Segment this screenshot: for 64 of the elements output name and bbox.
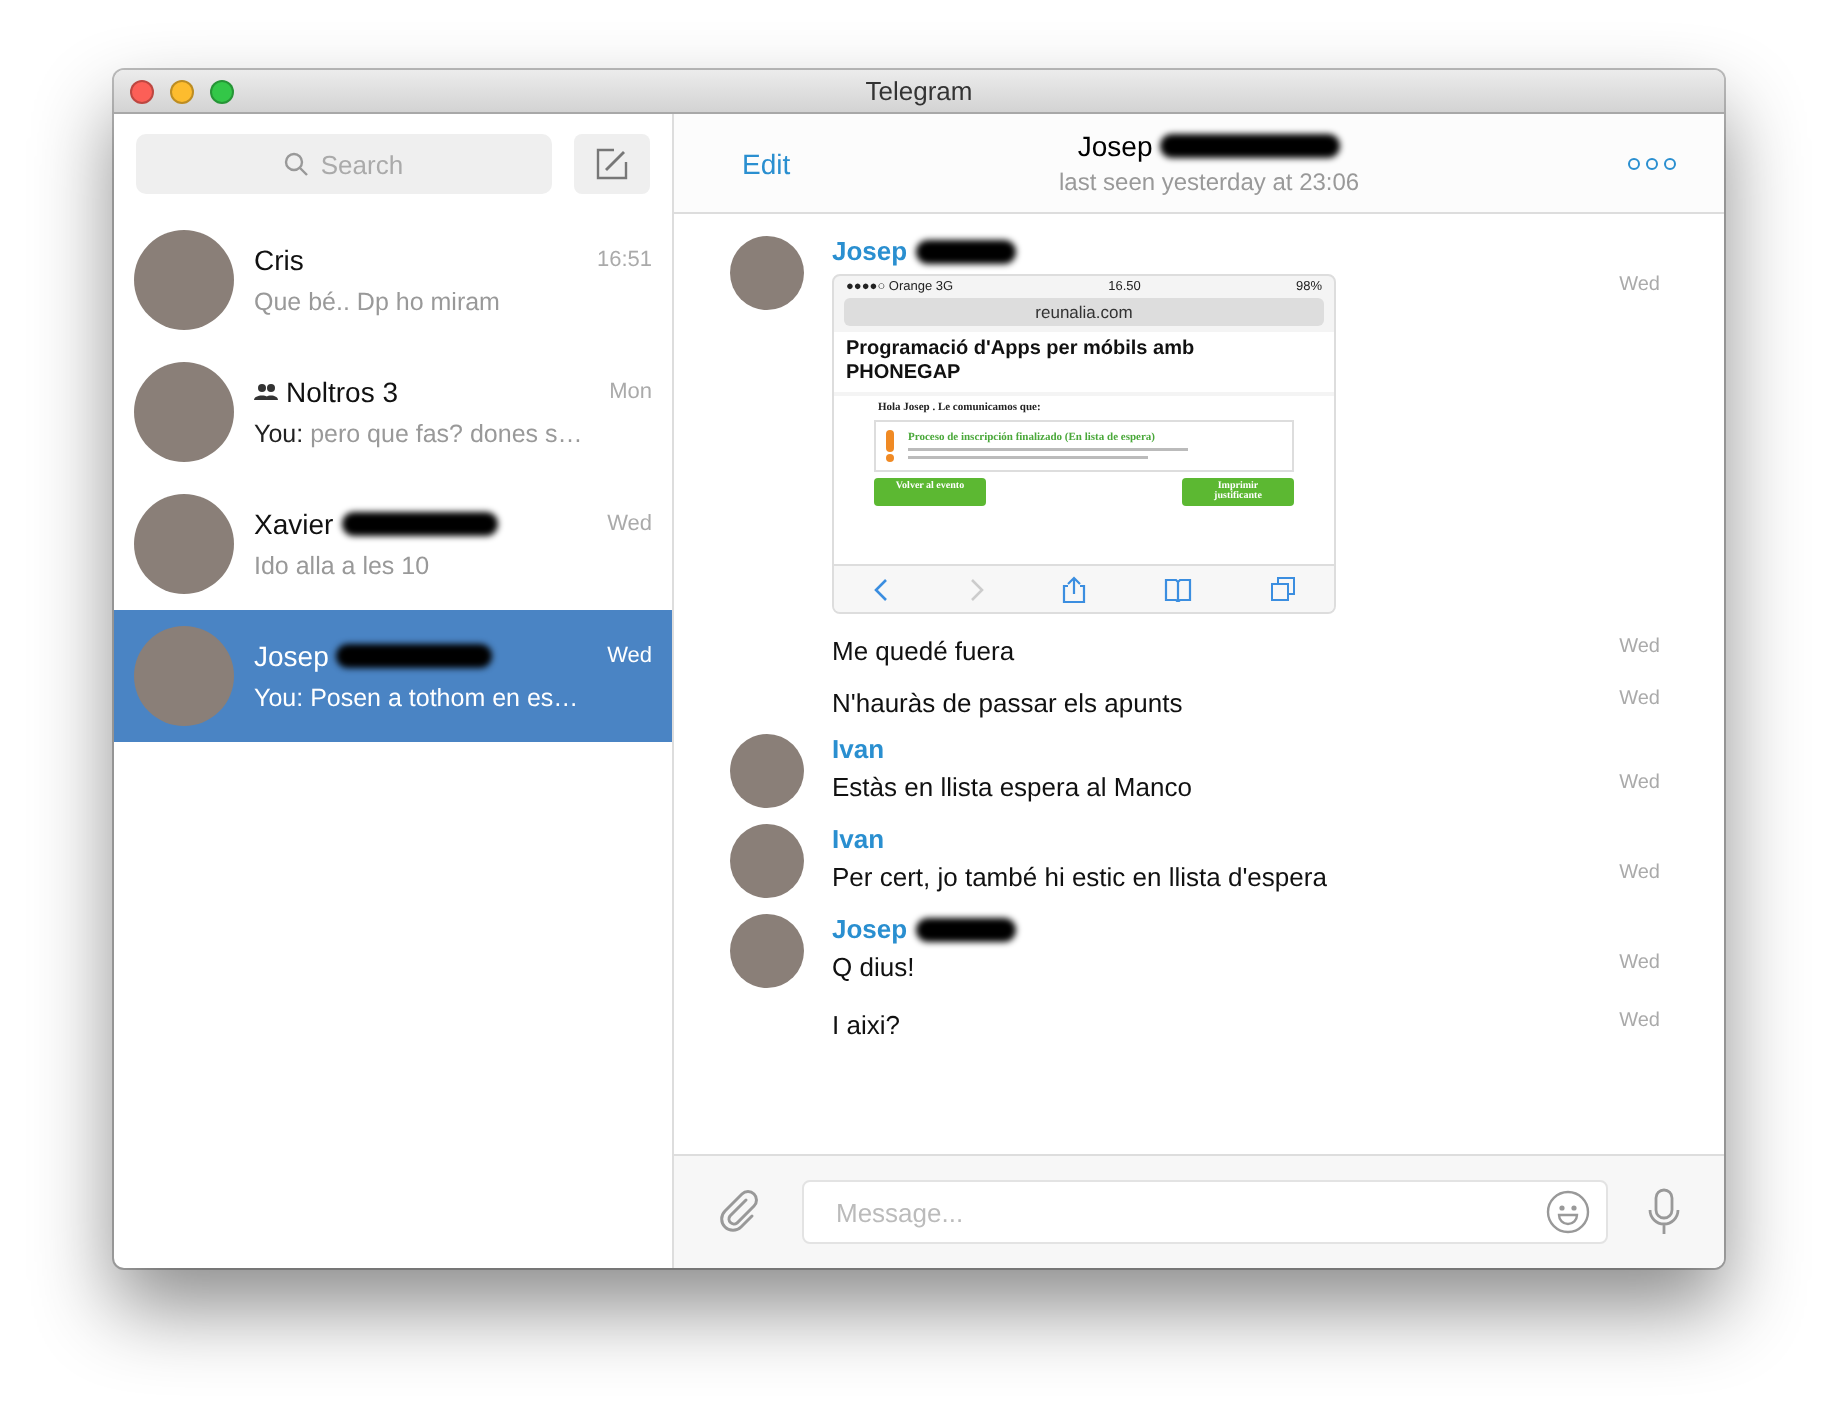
minimize-button[interactable] (170, 79, 194, 103)
tabs-icon (1269, 576, 1295, 602)
chat-preview: You: Posen a tothom en es… (254, 684, 579, 712)
avatar-photo-placeholder (730, 236, 804, 310)
exclamation-icon (882, 428, 898, 464)
message-field[interactable]: Message... (802, 1180, 1608, 1244)
sender-name: Ivan (832, 824, 885, 854)
group-icon (254, 384, 278, 400)
window-title: Telegram (865, 76, 973, 106)
avatar-photo-placeholder (730, 824, 804, 898)
search-placeholder: Search (320, 149, 404, 179)
paperclip-icon[interactable] (718, 1190, 762, 1234)
message-time: Wed (1619, 772, 1660, 794)
avatar-photo-placeholder (134, 626, 234, 726)
avatar-photo-placeholder (134, 494, 234, 594)
chat-time: 16:51 (596, 248, 652, 272)
search-icon (284, 152, 309, 176)
message-input-field[interactable]: Message... (832, 1195, 1546, 1229)
chat-list-item[interactable]: Josep Wed You: Posen a tothom en es… (114, 610, 672, 742)
forward-icon (967, 577, 983, 601)
message-text: Estàs en llista espera al Manco (832, 772, 1194, 802)
last-seen-status: last seen yesterday at 23:06 (1059, 168, 1360, 196)
message-time: Wed (1619, 952, 1660, 974)
sender-name: Ivan (832, 734, 885, 764)
contact-name: Josep (1077, 130, 1153, 162)
share-icon (1061, 575, 1085, 603)
message-time: Wed (1619, 1010, 1660, 1032)
sender-name: Josep (832, 914, 1020, 944)
message-text: Per cert, jo també hi estic en llista d'espera (832, 862, 1329, 892)
message-text: I aixi? (832, 1010, 902, 1040)
avatar-photo-placeholder (730, 734, 804, 808)
message-text: Me quedé fuera (832, 636, 1017, 666)
screenshot-attachment[interactable] (832, 274, 1336, 614)
chat-time: Mon (609, 380, 652, 404)
chat-preview: Ido alla a les 10 (254, 552, 430, 580)
chat-name: Noltros 3 (286, 376, 399, 408)
microphone-icon[interactable] (1648, 1188, 1680, 1236)
chat-name: Josep (254, 640, 329, 672)
chat-name: Cris (254, 244, 304, 276)
message-text: Q dius! (832, 952, 917, 982)
message-time: Wed (1619, 688, 1660, 710)
more-button[interactable] (1628, 157, 1676, 169)
url-bar: reunalia.com (844, 298, 1324, 326)
avatar-photo-placeholder (134, 362, 234, 462)
close-button[interactable] (130, 79, 154, 103)
back-icon (873, 577, 889, 601)
message-time: Wed (1619, 274, 1660, 296)
message-time: Wed (1619, 862, 1660, 884)
avatar-photo-placeholder (134, 230, 234, 330)
emoji-icon[interactable] (1546, 1190, 1590, 1234)
message-text: N'hauràs de passar els apunts (832, 688, 1185, 718)
chat-time: Wed (607, 512, 652, 536)
chat-time: Wed (607, 644, 652, 668)
page-heading: Programació d'Apps per móbils amb PHONEGAP (834, 332, 1334, 392)
chat-preview: You: pero que fas? dones s… (254, 420, 583, 448)
zoom-button[interactable] (210, 79, 234, 103)
sender-name: Josep (832, 236, 1020, 266)
compose-icon (596, 148, 628, 180)
avatar-photo-placeholder (730, 914, 804, 988)
chat-name: Xavier (254, 508, 334, 540)
message-time: Wed (1619, 636, 1660, 658)
book-icon (1163, 577, 1191, 601)
compose-button[interactable] (574, 134, 650, 194)
chat-preview: Que bé.. Dp ho miram (254, 288, 500, 316)
